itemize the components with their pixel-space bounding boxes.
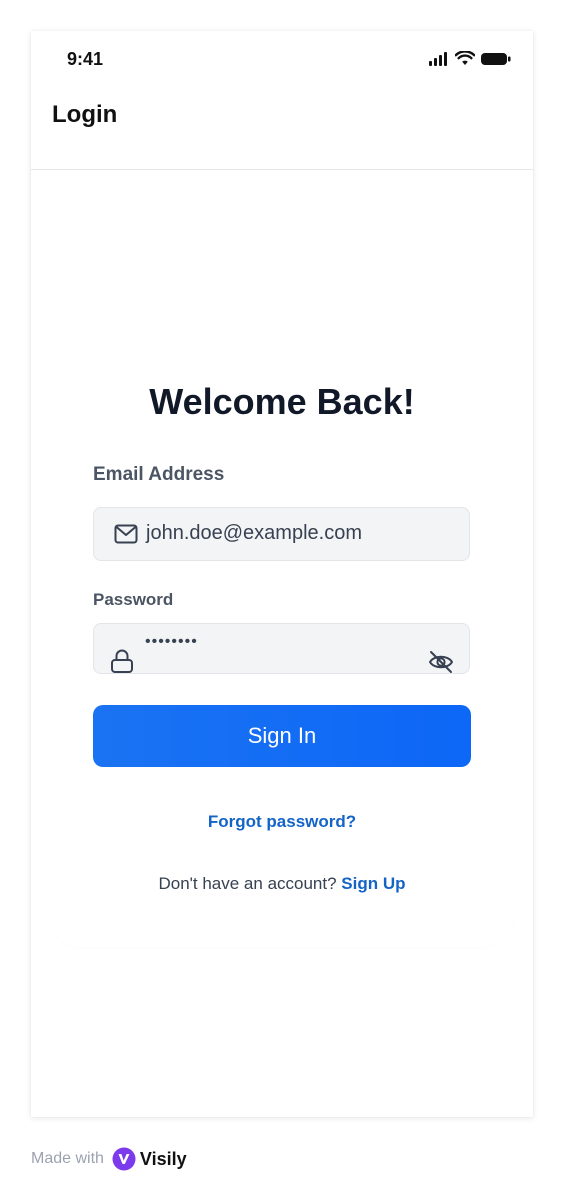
mail-icon [114,524,138,544]
signal-icon [429,51,447,66]
phone-frame: 9:41 Login Welcome Back! Email Address j… [31,31,533,1117]
page-title: Login [52,101,118,128]
signup-prompt-row: Don't have an account? Sign Up [31,874,533,894]
signup-prompt-text: Don't have an account? [158,874,342,893]
password-value[interactable]: •••••••• [145,634,198,650]
status-bar: 9:41 [31,31,533,89]
email-value[interactable]: john.doe@example.com [146,522,362,545]
sign-up-link[interactable]: Sign Up [341,874,405,893]
email-label: Email Address [93,464,225,485]
made-with-text: Made with [31,1150,104,1167]
password-field[interactable]: •••••••• [93,623,470,674]
status-icons [429,51,511,66]
app-header: Login [31,89,533,170]
lock-icon [111,649,133,673]
battery-icon [481,52,511,65]
brand-name: Visily [139,1148,187,1169]
eye-off-icon[interactable] [427,649,455,675]
welcome-heading: Welcome Back! [149,381,415,422]
sign-in-button[interactable]: Sign In [93,705,471,767]
wifi-icon [455,51,475,65]
status-time: 9:41 [67,49,104,69]
visily-logo-icon [112,1147,136,1171]
email-field[interactable]: john.doe@example.com [93,507,470,561]
forgot-password-link[interactable]: Forgot password? [31,812,533,832]
made-with-footer: Made with Visily [31,1147,187,1171]
password-label: Password [93,590,174,609]
